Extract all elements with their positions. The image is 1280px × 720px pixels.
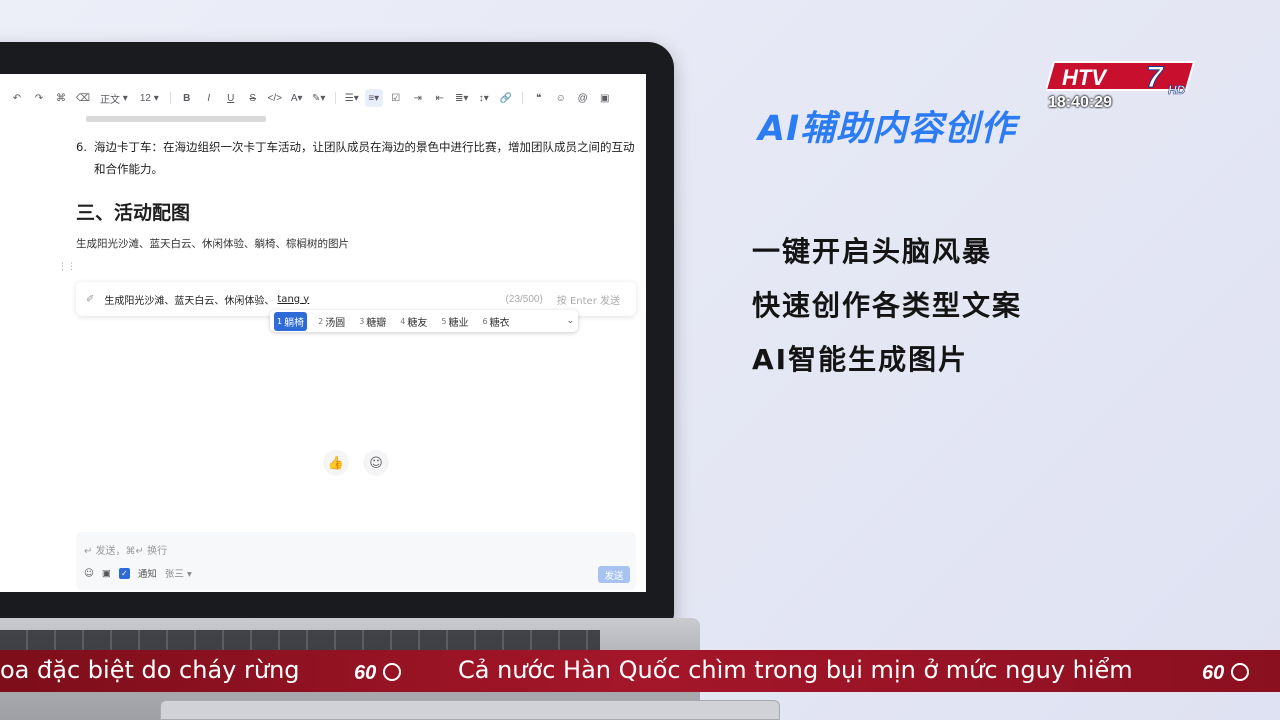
ai-char-counter: (23/500): [505, 293, 543, 305]
notify-user-select[interactable]: 张三 ▾: [165, 566, 192, 580]
paragraph-style-label: 正文: [100, 94, 120, 106]
highlight-icon[interactable]: ✎▾: [310, 89, 328, 107]
promo-headline: AI辅助内容创作: [758, 109, 1017, 149]
bold-icon[interactable]: B: [178, 89, 196, 107]
ime-candidate-bar: 1 躺椅 2 汤圆 3 糖瓣 4 糖友 5 糖业 6 糖衣 ⌄: [270, 310, 578, 332]
section-heading: 三、活动配图: [76, 202, 191, 224]
news-ticker: oa đặc biệt do cháy rừng 60 Cả nước Hàn …: [0, 650, 1280, 692]
ime-candidate[interactable]: 1 躺椅: [274, 311, 308, 331]
comment-box[interactable]: ↵ 发送，⌘↵ 换行 ☺ ▣ ✓ 通知 张三 ▾ 发送: [76, 532, 636, 590]
outdent-icon[interactable]: ⇤: [431, 89, 449, 107]
promo-feature: 一键开启头脑风暴: [752, 235, 993, 268]
line-height-icon[interactable]: ↕▾: [475, 89, 493, 107]
candidate-word: 糖业: [448, 317, 469, 329]
link-icon[interactable]: 🔗: [497, 89, 515, 107]
emoji-icon[interactable]: ☺: [84, 568, 94, 579]
svg-text:HD: HD: [1168, 83, 1186, 97]
notify-checkbox[interactable]: ✓: [118, 567, 130, 579]
ticker-headline: Cả nước Hàn Quốc chìm trong bụi mịn ở mứ…: [458, 656, 1133, 684]
undo-icon[interactable]: ↶: [8, 89, 26, 107]
toolbar-divider: [169, 92, 171, 104]
bullet-list-icon[interactable]: ☰▾: [343, 89, 361, 107]
ticker-logo-icon: 60: [354, 662, 401, 684]
ime-candidate[interactable]: 3 糖瓣: [356, 312, 389, 331]
list-item-text: 海边卡丁车：在海边组织一次卡丁车活动，让团队成员在海边的景色中进行比赛，增加团队…: [94, 140, 635, 176]
add-reaction-icon[interactable]: ☺: [363, 450, 389, 476]
list-item: 6. 海边卡丁车：在海边组织一次卡丁车活动，让团队成员在海边的景色中进行比赛，增…: [76, 136, 642, 180]
code-icon[interactable]: </>: [266, 89, 284, 107]
laptop-keyboard: [0, 630, 600, 650]
candidate-number: 4: [400, 316, 406, 326]
ai-pen-icon: ✐: [86, 293, 95, 305]
redo-icon[interactable]: ↷: [30, 89, 48, 107]
emoji-icon[interactable]: ☺: [552, 89, 570, 107]
send-button[interactable]: 发送: [598, 566, 630, 583]
mention-icon[interactable]: @: [574, 89, 592, 107]
ai-prompt-composing: tang y: [277, 293, 310, 305]
checklist-icon[interactable]: ☑: [387, 89, 405, 107]
candidate-number: 5: [441, 316, 447, 326]
toolbar-divider: [521, 92, 523, 104]
quote-icon[interactable]: ❝: [530, 89, 548, 107]
broadcast-clock: 18:40:29: [1048, 94, 1113, 111]
list-item-number: 6.: [76, 140, 87, 154]
toolbar-divider: [334, 92, 336, 104]
candidate-word: 糖友: [407, 317, 428, 329]
laptop-trackpad: [160, 700, 780, 720]
italic-icon[interactable]: I: [200, 89, 218, 107]
ime-candidate[interactable]: 4 糖友: [397, 312, 430, 331]
notify-user-label: 张三: [164, 569, 184, 580]
font-size-label: 12: [139, 92, 151, 104]
paragraph-text: 生成阳光沙滩、蓝天白云、休闲体验、躺椅、棕榈树的图片: [76, 238, 349, 250]
candidate-number: 6: [482, 316, 488, 326]
clear-format-icon[interactable]: ⌫: [74, 89, 92, 107]
block-drag-handle-icon[interactable]: ⋮⋮: [58, 262, 76, 272]
paragraph-style-select[interactable]: 正文 ▾: [96, 89, 132, 107]
chevron-down-icon[interactable]: ⌄: [566, 316, 574, 326]
ime-candidate[interactable]: 5 糖业: [438, 312, 471, 331]
indent-icon[interactable]: ⇥: [409, 89, 427, 107]
svg-text:7: 7: [1146, 61, 1164, 94]
candidate-word: 汤圆: [325, 317, 346, 329]
notify-label: 通知: [137, 569, 157, 580]
candidate-word: 糖瓣: [366, 317, 387, 329]
ai-send-hint: 按 Enter 发送: [556, 295, 620, 307]
font-size-select[interactable]: 12 ▾: [136, 89, 163, 107]
editor-toolbar: ↶ ↷ ⌘ ⌫ 正文 ▾ 12 ▾ B I U S </> A▾ ✎▾ ☰▾ ≡…: [0, 74, 646, 122]
ime-candidate[interactable]: 2 汤圆: [315, 312, 348, 331]
font-color-icon[interactable]: A▾: [288, 89, 306, 107]
svg-text:HTV: HTV: [1062, 65, 1108, 90]
candidate-number: 1: [277, 316, 283, 326]
comment-toolbar: ☺ ▣ ✓ 通知 张三 ▾: [84, 566, 192, 580]
promo-feature: AI智能生成图片: [752, 343, 969, 376]
image-icon[interactable]: ▣: [596, 89, 614, 107]
candidate-word: 糖衣: [489, 317, 510, 329]
thumbs-up-icon[interactable]: 👍: [323, 450, 349, 476]
ai-prompt-text: 生成阳光沙滩、蓝天白云、休闲体验、: [104, 295, 275, 307]
svg-text:60: 60: [1202, 662, 1224, 684]
ticker-text: oa đặc biệt do cháy rừng: [0, 656, 300, 684]
app-screen: ↶ ↷ ⌘ ⌫ 正文 ▾ 12 ▾ B I U S </> A▾ ✎▾ ☰▾ ≡…: [0, 74, 646, 592]
candidate-word: 躺椅: [284, 317, 305, 329]
comment-placeholder: ↵ 发送，⌘↵ 换行: [84, 546, 168, 557]
ticker-logo-icon: 60: [1202, 662, 1249, 684]
format-painter-icon[interactable]: ⌘: [52, 89, 70, 107]
strikethrough-icon[interactable]: S: [244, 89, 262, 107]
promo-feature: 快速创作各类型文案: [752, 289, 1023, 322]
image-icon[interactable]: ▣: [102, 568, 111, 579]
candidate-number: 3: [359, 316, 365, 326]
candidate-number: 2: [318, 316, 324, 326]
svg-text:60: 60: [354, 662, 376, 684]
underline-icon[interactable]: U: [222, 89, 240, 107]
ime-candidate[interactable]: 6 糖衣: [479, 312, 512, 331]
align-icon[interactable]: ≣▾: [453, 89, 471, 107]
ordered-list-icon[interactable]: ≡▾: [364, 89, 383, 107]
clipped-text-line: [86, 116, 266, 122]
